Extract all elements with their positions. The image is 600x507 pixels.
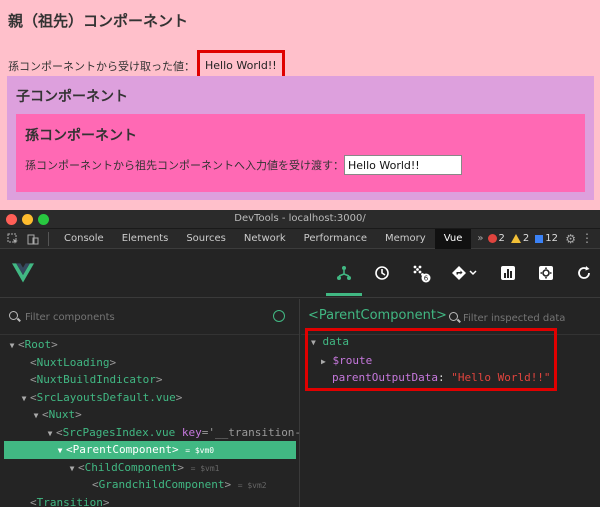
- refresh-icon[interactable]: [574, 263, 594, 283]
- tab-sources[interactable]: Sources: [177, 229, 235, 249]
- components-pane: ▼<Root> <NuxtLoading> <NuxtBuildIndicato…: [0, 299, 315, 507]
- device-toolbar-icon[interactable]: [26, 233, 40, 245]
- app-page: 親（祖先）コンポーネント 孫コンポーネントから受け取った値： Hello Wor…: [0, 0, 600, 210]
- tree-attr-value: ='__transition-9-: [201, 425, 315, 439]
- expand-arrow-icon[interactable]: ▼: [311, 338, 316, 347]
- expand-arrow-icon[interactable]: ▼: [66, 460, 78, 478]
- timeline-dots-icon[interactable]: 6: [411, 263, 431, 283]
- window-titlebar: DevTools - localhost:3000/: [0, 210, 600, 229]
- warning-count: 2: [522, 233, 530, 244]
- tree-attr-key: key: [181, 425, 202, 439]
- expand-arrow-icon[interactable]: ▼: [30, 407, 42, 425]
- select-component-target-icon[interactable]: [273, 310, 285, 322]
- search-icon: [9, 311, 18, 320]
- vue-devtools-toolbar: 6: [0, 249, 600, 298]
- parent-received-value: Hello World!!: [205, 59, 277, 72]
- tab-bar-divider: [48, 231, 49, 246]
- devtools-tab-bar: Console Elements Sources Network Perform…: [0, 228, 600, 249]
- tree-label: Nuxt: [48, 408, 76, 421]
- tree-label: ParentComponent: [72, 443, 172, 456]
- tree-label: SrcLayoutsDefault.vue: [36, 390, 176, 404]
- tab-memory[interactable]: Memory: [376, 229, 435, 249]
- tree-row-nuxtbuildindicator[interactable]: <NuxtBuildIndicator>: [0, 371, 300, 389]
- route-key: $route: [332, 354, 373, 367]
- parent-output-value: "Hello World!!": [451, 371, 551, 384]
- active-tab-indicator: [326, 293, 362, 296]
- expand-arrow-icon[interactable]: ▼: [44, 425, 56, 443]
- performance-chart-icon[interactable]: [498, 263, 518, 283]
- tree-row-nuxtloading[interactable]: <NuxtLoading>: [0, 354, 300, 372]
- search-icon: [449, 312, 458, 321]
- filter-inspected-data-input[interactable]: [463, 309, 593, 327]
- vue-settings-icon[interactable]: [536, 263, 556, 283]
- more-options-icon[interactable]: ⋮: [581, 231, 593, 245]
- vm-ref: = $vm0: [185, 446, 215, 455]
- error-count: 2: [498, 233, 505, 244]
- tab-performance[interactable]: Performance: [295, 229, 376, 249]
- route-property-row[interactable]: ▶ $route: [321, 354, 372, 367]
- filter-components-input[interactable]: [25, 308, 255, 326]
- tab-elements[interactable]: Elements: [113, 229, 178, 249]
- tree-label: NuxtLoading: [36, 355, 110, 369]
- tree-row-srclayoutsdefault[interactable]: ▼ <SrcLayoutsDefault.vue>: [0, 389, 300, 407]
- parent-output-property-row[interactable]: parentOutputData: "Hello World!!": [332, 371, 551, 384]
- routing-icon[interactable]: [450, 263, 480, 283]
- parent-received-label: 孫コンポーネントから受け取った値：: [8, 59, 195, 73]
- tree-label: ChildComponent: [84, 460, 178, 474]
- collapse-arrow-icon[interactable]: ▶: [321, 357, 326, 366]
- grandchild-input-label: 孫コンポーネントから祖先コンポーネントへ入力値を受け渡す：: [25, 159, 344, 172]
- tree-label: Transition: [36, 495, 103, 507]
- vm-ref: = $vm1: [190, 463, 220, 473]
- selected-component-title: <ParentComponent>: [308, 308, 447, 323]
- parent-output-key: parentOutputData: [332, 371, 438, 384]
- data-section-header[interactable]: ▼ data: [311, 335, 349, 348]
- components-filter-row: [0, 299, 299, 335]
- tab-network[interactable]: Network: [235, 229, 295, 249]
- grandchild-input-row: 孫コンポーネントから祖先コンポーネントへ入力値を受け渡す：: [25, 155, 462, 175]
- window-title: DevTools - localhost:3000/: [234, 213, 366, 224]
- data-section-label: data: [322, 335, 349, 348]
- tree-row-grandchildcomponent[interactable]: <GrandchildComponent> = $vm2: [0, 476, 300, 494]
- tree-row-childcomponent[interactable]: ▼ <ChildComponent> = $vm1: [0, 459, 300, 477]
- timeline-badge: 6: [424, 275, 429, 283]
- tree-label: SrcPagesIndex.vue: [62, 425, 176, 439]
- vue-logo-icon: [12, 263, 34, 283]
- error-count-badge: 2: [487, 233, 505, 244]
- expand-arrow-icon[interactable]: ▼: [54, 442, 66, 460]
- grandchild-text-input[interactable]: [344, 155, 462, 175]
- tree-row-srcpagesindex[interactable]: ▼ <SrcPagesIndex.vue key='__transition-9-: [0, 424, 315, 443]
- tree-label: GrandchildComponent: [98, 478, 225, 491]
- issue-badges[interactable]: 2 2 12: [487, 233, 558, 244]
- tree-label: Root: [24, 338, 52, 351]
- tree-row-nuxt[interactable]: ▼ <Nuxt>: [0, 406, 300, 424]
- warning-count-badge: 2: [510, 233, 530, 244]
- history-icon[interactable]: [372, 263, 392, 283]
- child-component-title: 子コンポーネント: [16, 89, 128, 105]
- warning-icon: [510, 234, 521, 243]
- tab-console[interactable]: Console: [55, 229, 113, 249]
- info-icon: [535, 234, 544, 243]
- expand-arrow-icon[interactable]: ▼: [18, 390, 30, 408]
- parent-component-title: 親（祖先）コンポーネント: [8, 12, 189, 30]
- tab-vue[interactable]: Vue: [434, 228, 472, 249]
- settings-gear-icon[interactable]: ⚙: [565, 232, 576, 246]
- inspect-element-icon[interactable]: [6, 233, 20, 245]
- info-count-badge: 12: [535, 233, 558, 244]
- grandchild-component-title: 孫コンポーネント: [25, 128, 137, 144]
- tree-label: NuxtBuildIndicator: [36, 373, 156, 386]
- info-count: 12: [545, 233, 558, 244]
- child-component-box: 子コンポーネント 孫コンポーネント 孫コンポーネントから祖先コンポーネントへ入力…: [7, 76, 594, 200]
- tree-row-root[interactable]: ▼ <Root>: [0, 336, 300, 354]
- expand-arrow-icon[interactable]: ▼: [6, 337, 18, 355]
- error-icon: [487, 234, 497, 243]
- vm-ref: = $vm2: [237, 481, 267, 490]
- grandchild-component-box: 孫コンポーネント 孫コンポーネントから祖先コンポーネントへ入力値を受け渡す：: [16, 114, 585, 192]
- components-tab-icon[interactable]: [334, 263, 354, 283]
- tree-row-parentcomponent[interactable]: ▼ <ParentComponent> = $vm0: [4, 441, 296, 459]
- tree-row-transition[interactable]: <Transition>: [0, 494, 300, 507]
- component-tree: ▼ <Root> <NuxtLoading> <NuxtBuildIndicato…: [0, 336, 315, 507]
